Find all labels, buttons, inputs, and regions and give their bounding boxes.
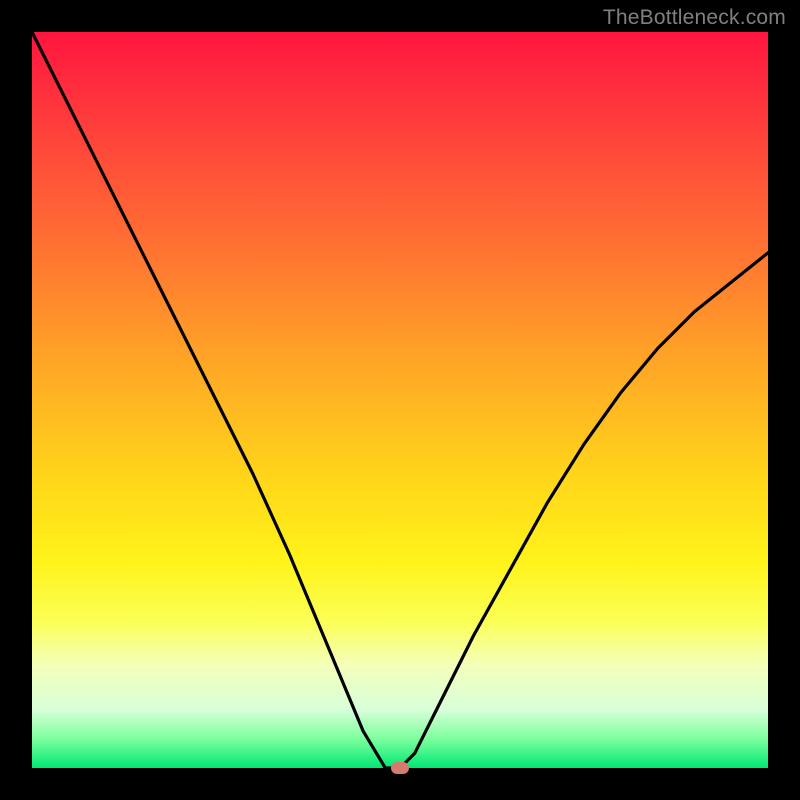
chart-frame: TheBottleneck.com <box>0 0 800 800</box>
plot-area <box>32 32 768 768</box>
optimal-point-marker <box>391 762 409 774</box>
watermark-text: TheBottleneck.com <box>603 6 786 30</box>
bottleneck-curve <box>32 32 768 768</box>
